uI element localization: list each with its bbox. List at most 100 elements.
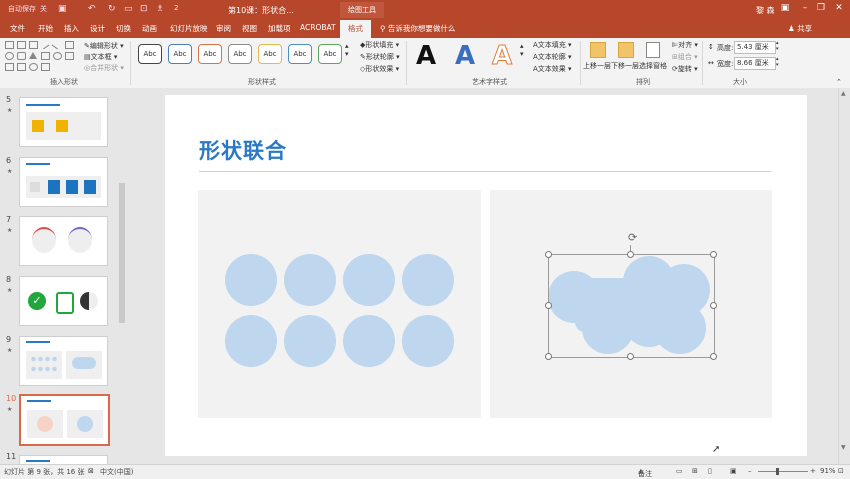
shape-oval-icon[interactable] [5,52,14,60]
save-icon[interactable]: ▣ [58,4,67,14]
tab-transitions[interactable]: 切换 [116,23,131,34]
zoom-level[interactable]: 91% [820,467,836,475]
spellcheck-icon[interactable]: ⊠ [88,467,94,475]
selection-box[interactable] [548,254,715,358]
shape-style-swatch-2[interactable]: Abc [168,44,192,64]
left-shape-panel[interactable] [198,190,481,418]
send-backward-icon[interactable] [618,42,634,58]
shape-circle-icon[interactable] [53,52,62,60]
tab-slideshow[interactable]: 幻灯片放映 [170,23,208,34]
shape-style-swatch-1[interactable]: Abc [138,44,162,64]
shape-more-icon[interactable] [65,52,74,60]
scroll-down-icon[interactable]: ▼ [841,444,846,451]
language-indicator[interactable]: 中文(中国) [100,467,133,477]
wordart-style-orange-outline[interactable]: A [491,41,512,72]
circle-shape[interactable] [343,315,395,367]
right-shape-panel[interactable]: ⟳ [490,190,772,418]
slide[interactable]: 形状联合 ⟳ [165,95,807,456]
touch-icon[interactable]: ♗ [156,4,164,14]
close-icon[interactable]: ✕ [830,3,848,13]
shape-style-swatch-4[interactable]: Abc [228,44,252,64]
redo-icon[interactable]: ↻ [108,4,116,14]
slideshow-icon[interactable]: ⊡ [140,4,148,14]
shape-arrow-icon[interactable] [51,39,62,50]
resize-handle-nw[interactable] [545,251,552,258]
merge-shapes-button[interactable]: ◎合并形状 ▾ [84,63,124,73]
canvas-scrollbar[interactable]: ▲ ▼ [838,88,850,464]
restore-icon[interactable]: ❐ [812,3,830,13]
zoom-out-icon[interactable]: – [748,467,752,475]
circle-shape[interactable] [225,315,277,367]
resize-handle-ne[interactable] [710,251,717,258]
tab-home[interactable]: 开始 [38,23,53,34]
send-backward-button[interactable]: 下移一层 [611,61,639,71]
circle-shape[interactable] [284,315,336,367]
zoom-in-icon[interactable]: + [810,467,816,475]
shape-rounded-rect-icon[interactable] [17,52,26,60]
wordart-gallery-scroll-icon[interactable]: ▴ ▾ [520,42,524,58]
slide-title[interactable]: 形状联合 [199,135,287,165]
edit-shape-button[interactable]: ✎编辑形状 ▾ [84,41,124,51]
wordart-style-blue[interactable]: A [455,41,475,71]
tab-animations[interactable]: 动画 [142,23,157,34]
shape-style-swatch-6[interactable]: Abc [288,44,312,64]
rotate-button[interactable]: ⟳旋转 ▾ [672,64,698,74]
slide-sorter-icon[interactable]: ⊞ [692,467,698,475]
bring-forward-button[interactable]: 上移一层 [583,61,611,71]
shape-square-icon[interactable] [65,41,74,49]
align-button[interactable]: ⊫对齐 ▾ [672,40,698,50]
collapse-ribbon-icon[interactable]: ⌃ [836,78,842,86]
resize-handle-sw[interactable] [545,353,552,360]
shape-flow-icon[interactable] [41,63,50,71]
user-name[interactable]: 黎 森 [756,5,775,16]
shape-style-swatch-5[interactable]: Abc [258,44,282,64]
tab-design[interactable]: 设计 [90,23,105,34]
autosave-label[interactable]: 自动保存 [8,4,36,14]
scroll-up-icon[interactable]: ▲ [841,90,846,97]
shape-star-icon[interactable] [29,63,38,71]
shape-style-swatch-3[interactable]: Abc [198,44,222,64]
resize-handle-n[interactable] [627,251,634,258]
shape-bracket-icon[interactable] [17,63,26,71]
rotate-handle-icon[interactable]: ⟳ [628,231,637,244]
tab-insert[interactable]: 插入 [64,23,79,34]
resize-handle-s[interactable] [627,353,634,360]
shape-rectangle-icon[interactable] [5,41,14,49]
thumbnail-scrollbar[interactable] [118,88,126,464]
group-button[interactable]: ⊞组合 ▾ [672,52,698,62]
circle-shape[interactable] [402,315,454,367]
normal-view-icon[interactable]: ▭ [676,467,683,475]
shape-outline-button[interactable]: ✎形状轮廓 ▾ [360,52,400,62]
autosave-toggle[interactable]: 关 [40,4,47,14]
height-spinner[interactable]: ▴ ▾ [776,40,779,52]
height-input[interactable]: 5.43 厘米 [734,41,776,54]
present-icon[interactable]: ▭ [124,4,133,14]
circle-shape[interactable] [343,254,395,306]
shape-vtextbox-icon[interactable] [29,41,38,49]
slide-thumbnail-5[interactable] [19,97,108,147]
reading-view-icon[interactable]: ▯ [708,467,712,475]
tab-acrobat[interactable]: ACROBAT [300,23,336,32]
zoom-slider[interactable] [758,471,808,472]
tab-view[interactable]: 视图 [242,23,257,34]
zoom-slider-thumb[interactable] [776,468,779,475]
tab-review[interactable]: 审阅 [216,23,231,34]
shape-style-swatch-7[interactable]: Abc [318,44,342,64]
tab-file[interactable]: 文件 [10,23,25,34]
slide-thumbnail-10[interactable] [19,394,110,446]
shape-textbox-icon[interactable] [17,41,26,49]
fit-slide-icon[interactable]: ⊡ [838,467,844,475]
shape-fill-button[interactable]: ◆形状填充 ▾ [360,40,399,50]
bring-forward-icon[interactable] [590,42,606,58]
tell-me-search[interactable]: ⚲ 告诉我你想要做什么 [380,23,455,34]
undo-icon[interactable]: ↶ [88,4,96,14]
text-fill-button[interactable]: A文本填充 ▾ [533,40,572,50]
width-spinner[interactable]: ▴ ▾ [776,56,779,68]
slide-thumbnail-9[interactable] [19,336,108,386]
slide-thumbnail-7[interactable] [19,216,108,266]
circle-shape[interactable] [402,254,454,306]
text-outline-button[interactable]: A文本轮廓 ▾ [533,52,572,62]
slideshow-view-icon[interactable]: ▣ [730,467,737,475]
resize-handle-se[interactable] [710,353,717,360]
ribbon-options-icon[interactable]: ▣ [776,3,794,13]
